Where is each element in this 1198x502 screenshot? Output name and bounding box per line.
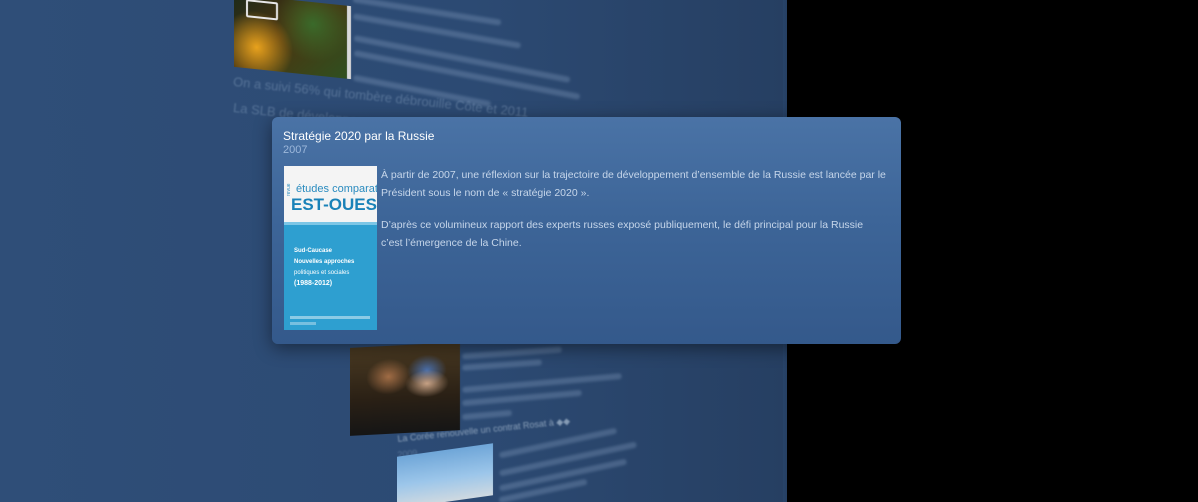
event-year: 2007 [283,144,308,156]
thumbnail-logo [246,0,278,21]
book-cover-image[interactable]: revue études comparatives EST-OUEST Sud-… [284,166,377,330]
book-cover-series: études comparatives [296,183,377,195]
event-description: À partir de 2007, une réflexion sur la t… [381,166,886,266]
timeline-thumbnail[interactable] [234,0,351,80]
book-cover-subtitle: Nouvelles approches [294,259,355,265]
book-cover-dates: (1988-2012) [294,280,333,287]
book-cover-subtitle: Sud-Caucase [294,248,333,254]
book-cover-footer [290,322,316,325]
event-card[interactable]: Stratégie 2020 par la Russie 2007 revue … [272,117,901,344]
book-cover-subtitle: politiques et sociales [294,270,350,276]
book-cover-divider [284,222,377,225]
event-paragraph: D’après ce volumineux rapport des expert… [381,219,864,249]
book-cover-footer [290,316,370,319]
timeline-stage: On a suivi 56% qui tombère débrouille Cô… [0,0,1198,502]
event-paragraph: À partir de 2007, une réflexion sur la t… [381,169,886,199]
book-cover-brand: EST-OUEST [291,195,377,214]
timeline-thumbnail-photo[interactable] [350,342,460,436]
event-title: Stratégie 2020 par la Russie [283,129,435,143]
